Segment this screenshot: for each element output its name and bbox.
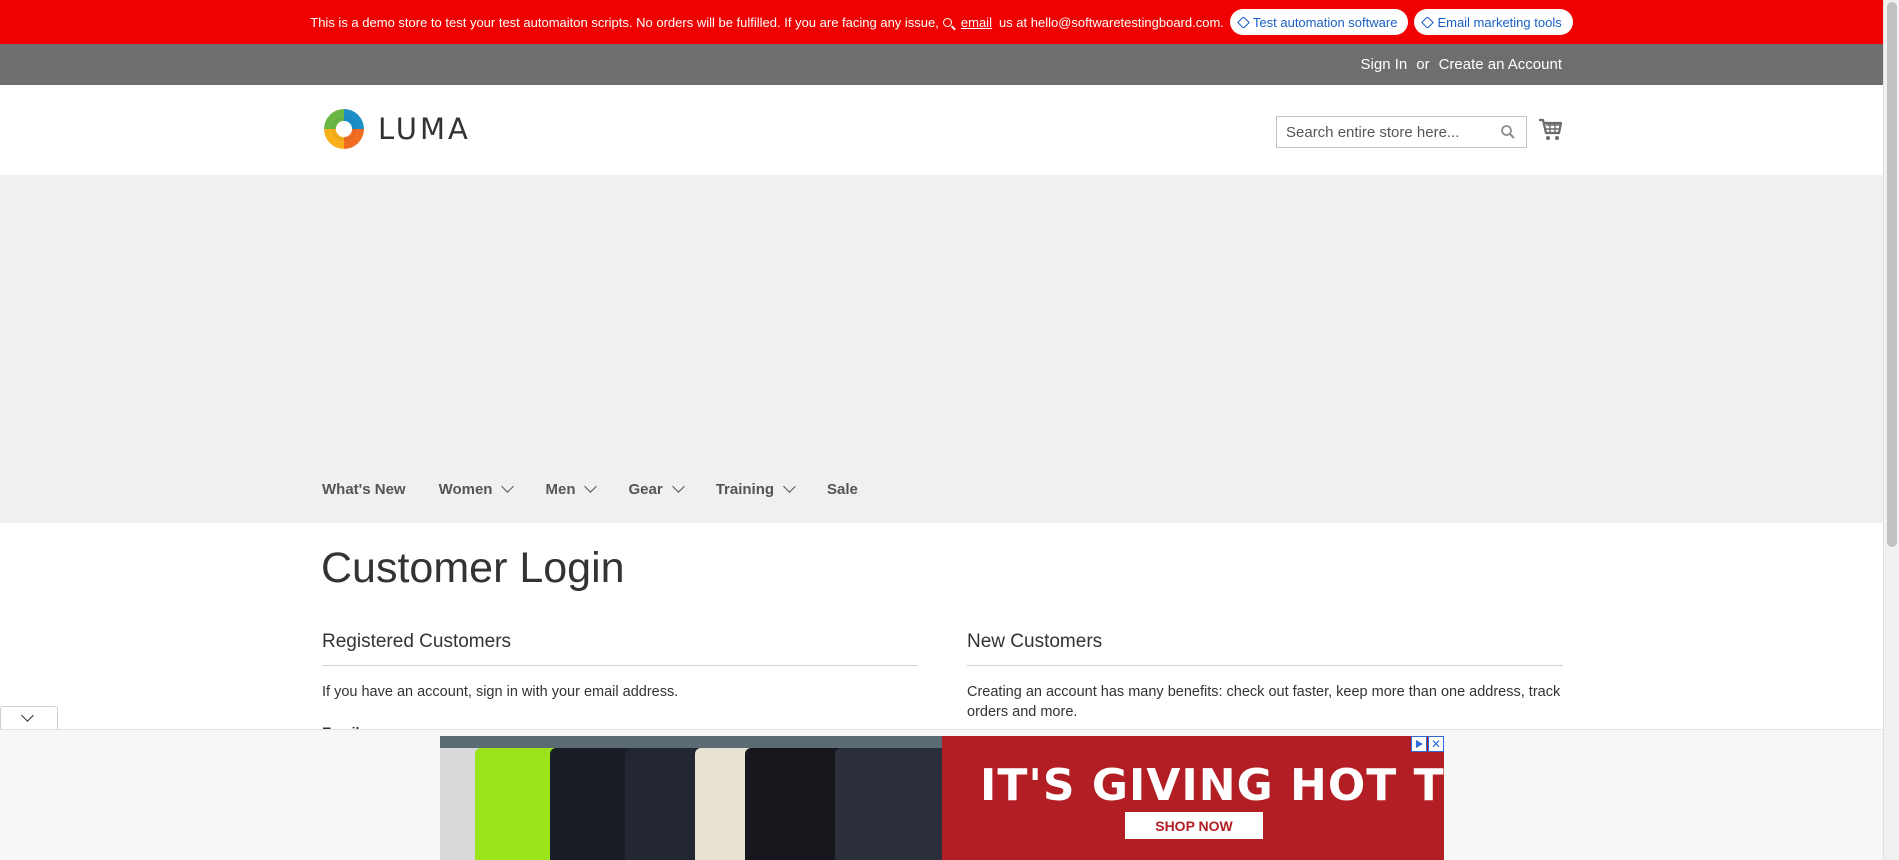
page: This is a demo store to test your test a…: [0, 0, 1899, 860]
registered-customers-heading: Registered Customers: [322, 631, 918, 666]
chevron-down-icon: [671, 480, 685, 493]
create-account-link[interactable]: Create an Account: [1439, 56, 1562, 73]
search-icon[interactable]: [1501, 125, 1515, 139]
logo-text: LUMA: [378, 112, 471, 146]
main-nav: What's New Women Men Gear Training Sale: [322, 477, 891, 501]
page-title: Customer Login: [321, 544, 625, 592]
sign-in-link[interactable]: Sign In: [1361, 56, 1408, 73]
or-separator: or: [1416, 56, 1430, 73]
account-links: Sign In or Create an Account: [1361, 44, 1562, 85]
tag-icon: [1421, 15, 1435, 29]
site-header: LUMA: [0, 85, 1883, 175]
nav-item-whats-new[interactable]: What's New: [322, 481, 406, 498]
email-link[interactable]: email: [961, 15, 992, 30]
logo[interactable]: LUMA: [322, 107, 471, 151]
nav-item-label: Men: [545, 480, 576, 498]
new-customers-heading: New Customers: [967, 631, 1563, 666]
nav-item-label: Sale: [827, 480, 858, 498]
scrollbar[interactable]: [1883, 0, 1899, 860]
nav-item-label: Training: [715, 480, 775, 498]
demo-notice-text: This is a demo store to test your test a…: [310, 14, 939, 30]
chevron-down-icon: [584, 480, 598, 493]
tag-icon: [1237, 15, 1250, 29]
chevron-down-icon: [783, 480, 796, 493]
shop-now-button[interactable]: SHOP NOW: [1125, 812, 1263, 839]
ad-banner[interactable]: IT'S GIVING HOT TOPIC SHOP NOW ✕: [440, 736, 1444, 860]
header-panel: Sign In or Create an Account: [0, 44, 1883, 85]
registered-customers-block: Registered Customers If you have an acco…: [322, 631, 918, 702]
close-icon[interactable]: ✕: [1428, 736, 1444, 752]
nav-item-label: Gear: [628, 480, 663, 498]
test-automation-pill[interactable]: Test automation software: [1229, 9, 1409, 35]
nav-banner-area: What's New Women Men Gear Training Sale: [0, 175, 1883, 523]
ad-collapse-toggle[interactable]: [0, 706, 58, 730]
search-input[interactable]: [1286, 123, 1496, 141]
pill-label: Email marketing tools: [1437, 14, 1562, 30]
nav-item-women[interactable]: Women: [438, 480, 515, 498]
nav-item-sale[interactable]: Sale: [827, 481, 858, 498]
demo-notice-bar: This is a demo store to test your test a…: [0, 0, 1883, 44]
ad-product-image: [440, 736, 955, 860]
nav-item-gear[interactable]: Gear: [628, 480, 685, 498]
email-marketing-pill[interactable]: Email marketing tools: [1414, 9, 1573, 35]
ad-headline-part-2: HOT TOPIC: [1290, 760, 1444, 811]
new-customers-block: New Customers Creating an account has ma…: [967, 631, 1563, 722]
nav-item-label: What's New: [322, 480, 406, 498]
registered-customers-text: If you have an account, sign in with you…: [322, 684, 679, 700]
nav-item-training[interactable]: Training: [715, 480, 796, 498]
search-box: [1276, 116, 1527, 148]
luma-logo-icon: [324, 109, 364, 149]
scrollbar-thumb[interactable]: [1887, 2, 1897, 547]
cart-icon[interactable]: [1538, 117, 1563, 142]
ad-promo: IT'S GIVING HOT TOPIC SHOP NOW: [942, 736, 1444, 860]
nav-item-men[interactable]: Men: [545, 480, 598, 498]
ad-headline-part-1: IT'S GIVING: [980, 760, 1274, 811]
ad-headline: IT'S GIVING HOT TOPIC: [980, 760, 1444, 811]
nav-item-label: Women: [438, 480, 493, 498]
pill-label: Test automation software: [1252, 14, 1398, 30]
search-icon: [942, 17, 952, 27]
chevron-down-icon: [501, 480, 515, 493]
ad-choices-icon[interactable]: [1411, 736, 1427, 752]
demo-notice-email-text: us at hello@softwaretestingboard.com.: [998, 14, 1224, 30]
new-customers-text: Creating an account has many benefits: c…: [967, 684, 1561, 720]
